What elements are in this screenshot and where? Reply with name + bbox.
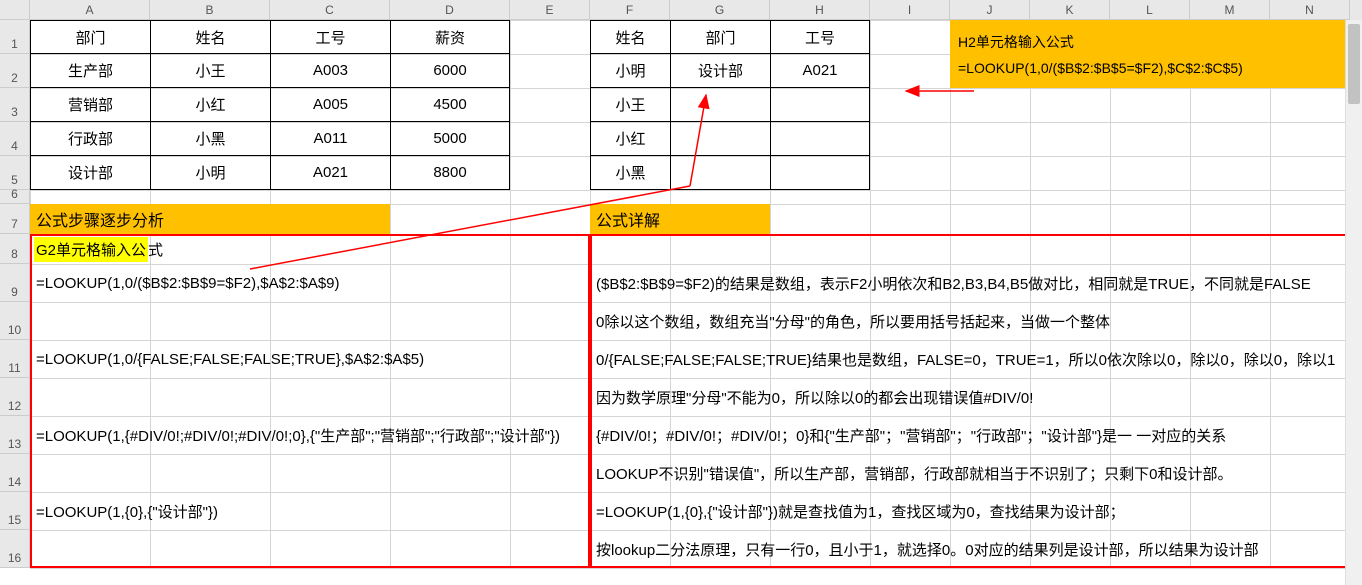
table2-r3-c0: 小黑 [590,156,670,190]
table1-r1-c1: 小红 [150,88,270,122]
table2-header-0: 姓名 [590,20,670,54]
table2-r1-c2 [770,88,870,122]
note-line1: H2单元格输入公式 [958,32,1074,52]
note-line2: =LOOKUP(1,0/($B$2:$B$5=$F2),$C$2:$C$5) [958,60,1243,76]
formula-step-2: =LOOKUP(1,0/{FALSE;FALSE;FALSE;TRUE},$A$… [30,340,590,378]
row-header-14[interactable]: 14 [0,454,30,492]
table1-r1-c3: 4500 [390,88,510,122]
col-header-B[interactable]: B [150,0,270,20]
select-all-corner[interactable] [0,0,30,20]
col-header-C[interactable]: C [270,0,390,20]
table1-header-0: 部门 [30,20,150,54]
row-header-7[interactable]: 7 [0,204,30,234]
table2-header-1: 部门 [670,20,770,54]
table1-r0-c0: 生产部 [30,54,150,88]
explain-r12: 因为数学原理"分母"不能为0，所以除以0的都会出现错误值#DIV/0! [590,378,1350,416]
table2-r1-c1 [670,88,770,122]
table2-r3-c1 [670,156,770,190]
table1-r0-c3: 6000 [390,54,510,88]
row-header-10[interactable]: 10 [0,302,30,340]
table2-r0-c2: A021 [770,54,870,88]
row-header-15[interactable]: 15 [0,492,30,530]
table1-r1-c2: A005 [270,88,390,122]
table1-r2-c2: A011 [270,122,390,156]
col-header-K[interactable]: K [1030,0,1110,20]
col-header-D[interactable]: D [390,0,510,20]
table1-header-3: 薪资 [390,20,510,54]
row-headers: 12345678910111213141516 [0,20,30,568]
col-header-I[interactable]: I [870,0,950,20]
table1-r3-c0: 设计部 [30,156,150,190]
explain-r15: =LOOKUP(1,{0},{"设计部"})就是查找值为1，查找区域为0，查找结… [590,492,1350,530]
scrollbar-thumb[interactable] [1348,24,1360,104]
table1-r1-c0: 营销部 [30,88,150,122]
row-header-12[interactable]: 12 [0,378,30,416]
explain-r14: LOOKUP不识别"错误值"，所以生产部，营销部，行政部就相当于不识别了；只剩下… [590,454,1350,492]
column-headers: ABCDEFGHIJKLMN [0,0,1362,20]
row-header-2[interactable]: 2 [0,54,30,88]
table2-r2-c0: 小红 [590,122,670,156]
table1-r3-c3: 8800 [390,156,510,190]
formula-step-3: =LOOKUP(1,{#DIV/0!;#DIV/0!;#DIV/0!;0},{"… [30,416,590,454]
row-header-16[interactable]: 16 [0,530,30,568]
table2-r0-c0: 小明 [590,54,670,88]
row-header-9[interactable]: 9 [0,264,30,302]
table1-header-1: 姓名 [150,20,270,54]
section-header-right: 公式详解 [590,204,770,234]
g2-label-cell: G2单元格输入公式 [30,234,270,264]
table1-header-2: 工号 [270,20,390,54]
row-header-8[interactable]: 8 [0,234,30,264]
row-header-1[interactable]: 1 [0,20,30,54]
table2-r1-c0: 小王 [590,88,670,122]
table2-r2-c1 [670,122,770,156]
formula-step-4: =LOOKUP(1,{0},{"设计部"}) [30,492,590,530]
explain-r16: 按lookup二分法原理，只有一行0，且小于1，就选择0。0对应的结果列是设计部… [590,530,1350,568]
col-header-A[interactable]: A [30,0,150,20]
table1-r2-c3: 5000 [390,122,510,156]
table1-r0-c1: 小王 [150,54,270,88]
col-header-M[interactable]: M [1190,0,1270,20]
explain-r11: 0/{FALSE;FALSE;FALSE;TRUE}结果也是数组，FALSE=0… [590,340,1350,378]
row-header-6[interactable]: 6 [0,190,30,204]
table2-r3-c2 [770,156,870,190]
table2-header-2: 工号 [770,20,870,54]
spreadsheet[interactable]: ABCDEFGHIJKLMN 12345678910111213141516 部… [0,0,1362,585]
note-box: H2单元格输入公式 =LOOKUP(1,0/($B$2:$B$5=$F2),$C$… [950,20,1350,88]
formula-step-1: =LOOKUP(1,0/($B$2:$B$9=$F2),$A$2:$A$9) [30,264,590,302]
table1-r0-c2: A003 [270,54,390,88]
col-header-G[interactable]: G [670,0,770,20]
row-header-5[interactable]: 5 [0,156,30,190]
explain-r10: 0除以这个数组，数组充当"分母"的角色，所以要用括号括起来，当做一个整体 [590,302,1350,340]
g2-label-rest: 式 [148,239,163,260]
row-header-4[interactable]: 4 [0,122,30,156]
col-header-L[interactable]: L [1110,0,1190,20]
g2-label-highlight: G2单元格输入公 [34,237,148,262]
table1-r2-c1: 小黑 [150,122,270,156]
col-header-N[interactable]: N [1270,0,1350,20]
section-header-left: 公式步骤逐步分析 [30,204,390,234]
col-header-F[interactable]: F [590,0,670,20]
table1-r3-c2: A021 [270,156,390,190]
row-header-11[interactable]: 11 [0,340,30,378]
col-header-J[interactable]: J [950,0,1030,20]
row-header-3[interactable]: 3 [0,88,30,122]
explain-r9: ($B$2:$B$9=$F2)的结果是数组，表示F2小明依次和B2,B3,B4,… [590,264,1350,302]
table2-r0-c1: 设计部 [670,54,770,88]
table1-r2-c0: 行政部 [30,122,150,156]
col-header-E[interactable]: E [510,0,590,20]
explain-r13: {#DIV/0!；#DIV/0!；#DIV/0!；0}和{"生产部"；"营销部"… [590,416,1350,454]
table1-r3-c1: 小明 [150,156,270,190]
col-header-H[interactable]: H [770,0,870,20]
cell-grid[interactable]: 部门姓名工号薪资生产部小王A0036000营销部小红A0054500行政部小黑A… [30,20,1350,585]
row-header-13[interactable]: 13 [0,416,30,454]
table2-r2-c2 [770,122,870,156]
vertical-scrollbar[interactable] [1345,20,1362,585]
